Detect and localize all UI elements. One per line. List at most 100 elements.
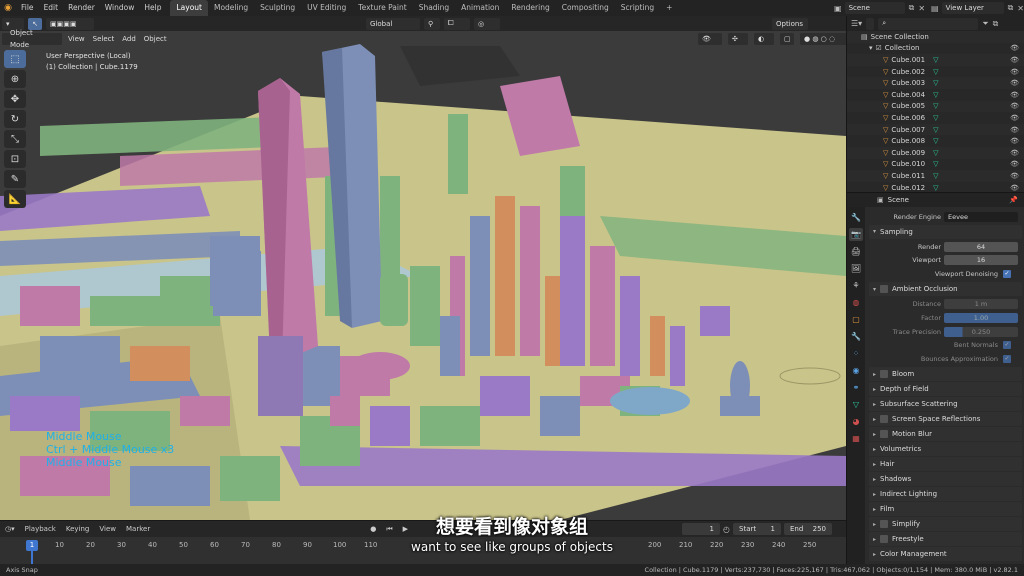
bounces-checkbox[interactable]: ✓ bbox=[1003, 355, 1011, 364]
panel-subsurface-scattering[interactable]: ▸ Subsurface Scattering bbox=[869, 397, 1022, 412]
menu-render[interactable]: Render bbox=[63, 0, 100, 16]
texture-tab-icon[interactable]: ▦ bbox=[849, 432, 863, 445]
outliner-item[interactable]: ▽ Cube.006 ▽ 👁 bbox=[847, 112, 1024, 124]
object-mode-dropdown[interactable]: Object Mode bbox=[2, 29, 62, 49]
data-tab-icon[interactable]: ▽ bbox=[849, 398, 863, 411]
menu-edit[interactable]: Edit bbox=[39, 0, 64, 16]
scene-selector[interactable]: Scene bbox=[844, 2, 905, 14]
tab-layout[interactable]: Layout bbox=[170, 0, 208, 16]
options-dropdown[interactable]: Options bbox=[772, 17, 808, 30]
menu-select[interactable]: Select bbox=[89, 33, 119, 45]
panel-hair[interactable]: ▸ Hair bbox=[869, 457, 1022, 472]
3d-viewport[interactable]: ▾ ↖ ▣▣▣▣ Global ⚲ ⧠ ◎ Options Object Mod… bbox=[0, 16, 846, 520]
tab-shading[interactable]: Shading bbox=[413, 0, 455, 16]
menu-object[interactable]: Object bbox=[140, 33, 171, 45]
render-samples-field[interactable]: 64 bbox=[944, 241, 1018, 252]
snap-icon[interactable]: ⧠ bbox=[444, 17, 470, 30]
transform-orientation-dropdown[interactable]: Global bbox=[366, 17, 420, 30]
visibility-icon[interactable]: 👁 bbox=[1010, 149, 1019, 157]
panel-screen-space-reflections[interactable]: ▸ Screen Space Reflections bbox=[869, 412, 1022, 427]
panel-motion-blur[interactable]: ▸ Motion Blur bbox=[869, 427, 1022, 442]
scene-tab-icon[interactable]: ⚘ bbox=[849, 279, 863, 292]
transform-tool-icon[interactable]: ⊡ bbox=[4, 150, 26, 168]
panel-shadows[interactable]: ▸ Shadows bbox=[869, 472, 1022, 487]
tab-modeling[interactable]: Modeling bbox=[208, 0, 254, 16]
tab-rendering[interactable]: Rendering bbox=[505, 0, 555, 16]
visibility-icon[interactable]: 👁 bbox=[1010, 56, 1019, 64]
outliner-item[interactable]: ▽ Cube.009 ▽ 👁 bbox=[847, 146, 1024, 159]
visibility-icon[interactable]: 👁 bbox=[1010, 44, 1019, 52]
outliner-item[interactable]: ▽ Cube.011 ▽ 👁 bbox=[847, 170, 1024, 182]
menu-help[interactable]: Help bbox=[139, 0, 166, 16]
move-tool-icon[interactable]: ✥ bbox=[4, 90, 26, 108]
xray-icon[interactable]: ▢ bbox=[780, 33, 794, 45]
tab-sculpting[interactable]: Sculpting bbox=[254, 0, 301, 16]
tab-uv-editing[interactable]: UV Editing bbox=[301, 0, 352, 16]
overlay-icon[interactable]: ◐ bbox=[754, 33, 774, 45]
add-workspace-button[interactable]: + bbox=[660, 0, 678, 16]
ao-distance-field[interactable]: 1 m bbox=[944, 299, 1018, 310]
visibility-icon[interactable]: 👁 bbox=[1010, 68, 1019, 76]
constraints-tab-icon[interactable]: ⚭ bbox=[849, 381, 863, 394]
view-layer-tab-icon[interactable]: 🖼 bbox=[849, 262, 863, 275]
panel-bloom[interactable]: ▸ Bloom bbox=[869, 367, 1022, 382]
checkbox-icon[interactable]: ☑ bbox=[876, 44, 882, 52]
gizmo-icon[interactable]: ✣ bbox=[728, 33, 748, 45]
visibility-icon[interactable]: 👁 bbox=[1010, 79, 1019, 87]
select-tool-icon[interactable]: ⬚ bbox=[4, 50, 26, 68]
annotate-tool-icon[interactable]: ✎ bbox=[4, 170, 26, 188]
new-scene-icon[interactable]: ⧉ bbox=[909, 3, 915, 13]
cursor-tool-icon[interactable]: ⊕ bbox=[4, 70, 26, 88]
visibility-icon[interactable]: 👁 bbox=[1010, 126, 1019, 134]
expand-icon[interactable]: ▾ bbox=[869, 44, 873, 52]
measure-tool-icon[interactable]: 📐 bbox=[4, 190, 26, 208]
visibility-icon[interactable]: 👁 bbox=[1010, 137, 1019, 145]
rotate-tool-icon[interactable]: ↻ bbox=[4, 110, 26, 128]
view-layer-selector[interactable]: View Layer bbox=[941, 2, 1004, 14]
new-collection-icon[interactable]: ⧉ bbox=[993, 19, 999, 29]
modifier-tab-icon[interactable]: 🔧 bbox=[849, 330, 863, 343]
panel-sampling[interactable]: ▾ Sampling bbox=[869, 224, 1022, 239]
delete-scene-icon[interactable]: ✕ bbox=[918, 4, 925, 13]
delete-view-layer-icon[interactable]: ✕ bbox=[1017, 4, 1024, 13]
visibility-icon[interactable]: 👁 bbox=[1010, 160, 1019, 168]
menu-add[interactable]: Add bbox=[118, 33, 140, 45]
bent-normals-checkbox[interactable]: ✓ bbox=[1003, 341, 1011, 350]
outliner-item[interactable]: ▽ Cube.010 ▽ 👁 bbox=[847, 159, 1024, 171]
ao-trace-field[interactable]: 0.250 bbox=[944, 326, 1018, 337]
world-tab-icon[interactable]: ◍ bbox=[849, 296, 863, 309]
outliner-item[interactable]: ▽ Cube.001 ▽ 👁 bbox=[847, 54, 1024, 66]
visibility-icon[interactable]: 👁 bbox=[1010, 91, 1019, 99]
outliner-collection[interactable]: ▾ ☑ Collection 👁 bbox=[847, 43, 1024, 55]
menu-file[interactable]: File bbox=[16, 0, 39, 16]
panel-depth-of-field[interactable]: ▸ Depth of Field bbox=[869, 382, 1022, 397]
bloom-checkbox[interactable] bbox=[880, 370, 889, 379]
visibility-icon[interactable]: 👁 bbox=[1010, 114, 1019, 122]
outliner-item[interactable]: ▽ Cube.007 ▽ 👁 bbox=[847, 123, 1024, 136]
ao-factor-field[interactable]: 1.00 bbox=[944, 312, 1018, 323]
outliner-item[interactable]: ▽ Cube.004 ▽ 👁 bbox=[847, 89, 1024, 101]
shading-mode-icons[interactable]: ● ◍ ○ ◌ bbox=[800, 33, 846, 45]
viewport-samples-field[interactable]: 16 bbox=[944, 255, 1018, 266]
object-tab-icon[interactable]: ▢ bbox=[849, 313, 863, 326]
viewport-denoising-checkbox[interactable]: ✓ bbox=[1003, 270, 1011, 279]
tab-scripting[interactable]: Scripting bbox=[615, 0, 660, 16]
outliner-scene-collection[interactable]: ▤ Scene Collection bbox=[847, 31, 1024, 43]
panel-indirect-lighting[interactable]: ▸ Indirect Lighting bbox=[869, 487, 1022, 502]
proportional-edit-icon[interactable]: ◎ bbox=[474, 17, 500, 30]
blender-logo-icon[interactable]: ◉ bbox=[0, 0, 16, 16]
outliner-item[interactable]: ▽ Cube.005 ▽ 👁 bbox=[847, 100, 1024, 113]
tab-animation[interactable]: Animation bbox=[455, 0, 505, 16]
outliner-item[interactable]: ▽ Cube.012 ▽ 👁 bbox=[847, 182, 1024, 192]
render-engine-dropdown[interactable]: Eevee bbox=[944, 211, 1018, 222]
menu-window[interactable]: Window bbox=[100, 0, 140, 16]
outliner-item[interactable]: ▽ Cube.008 ▽ 👁 bbox=[847, 135, 1024, 147]
tool-tab-icon[interactable]: 🔧 bbox=[849, 211, 863, 224]
material-tab-icon[interactable]: ◕ bbox=[849, 415, 863, 428]
new-view-layer-icon[interactable]: ⧉ bbox=[1008, 3, 1014, 13]
particles-tab-icon[interactable]: ⁘ bbox=[849, 347, 863, 360]
outliner-item[interactable]: ▽ Cube.002 ▽ 👁 bbox=[847, 66, 1024, 78]
pivot-icon[interactable]: ⚲ bbox=[424, 17, 440, 30]
menu-view[interactable]: View bbox=[64, 33, 89, 45]
filter-icon[interactable]: ⏷ bbox=[982, 19, 988, 29]
